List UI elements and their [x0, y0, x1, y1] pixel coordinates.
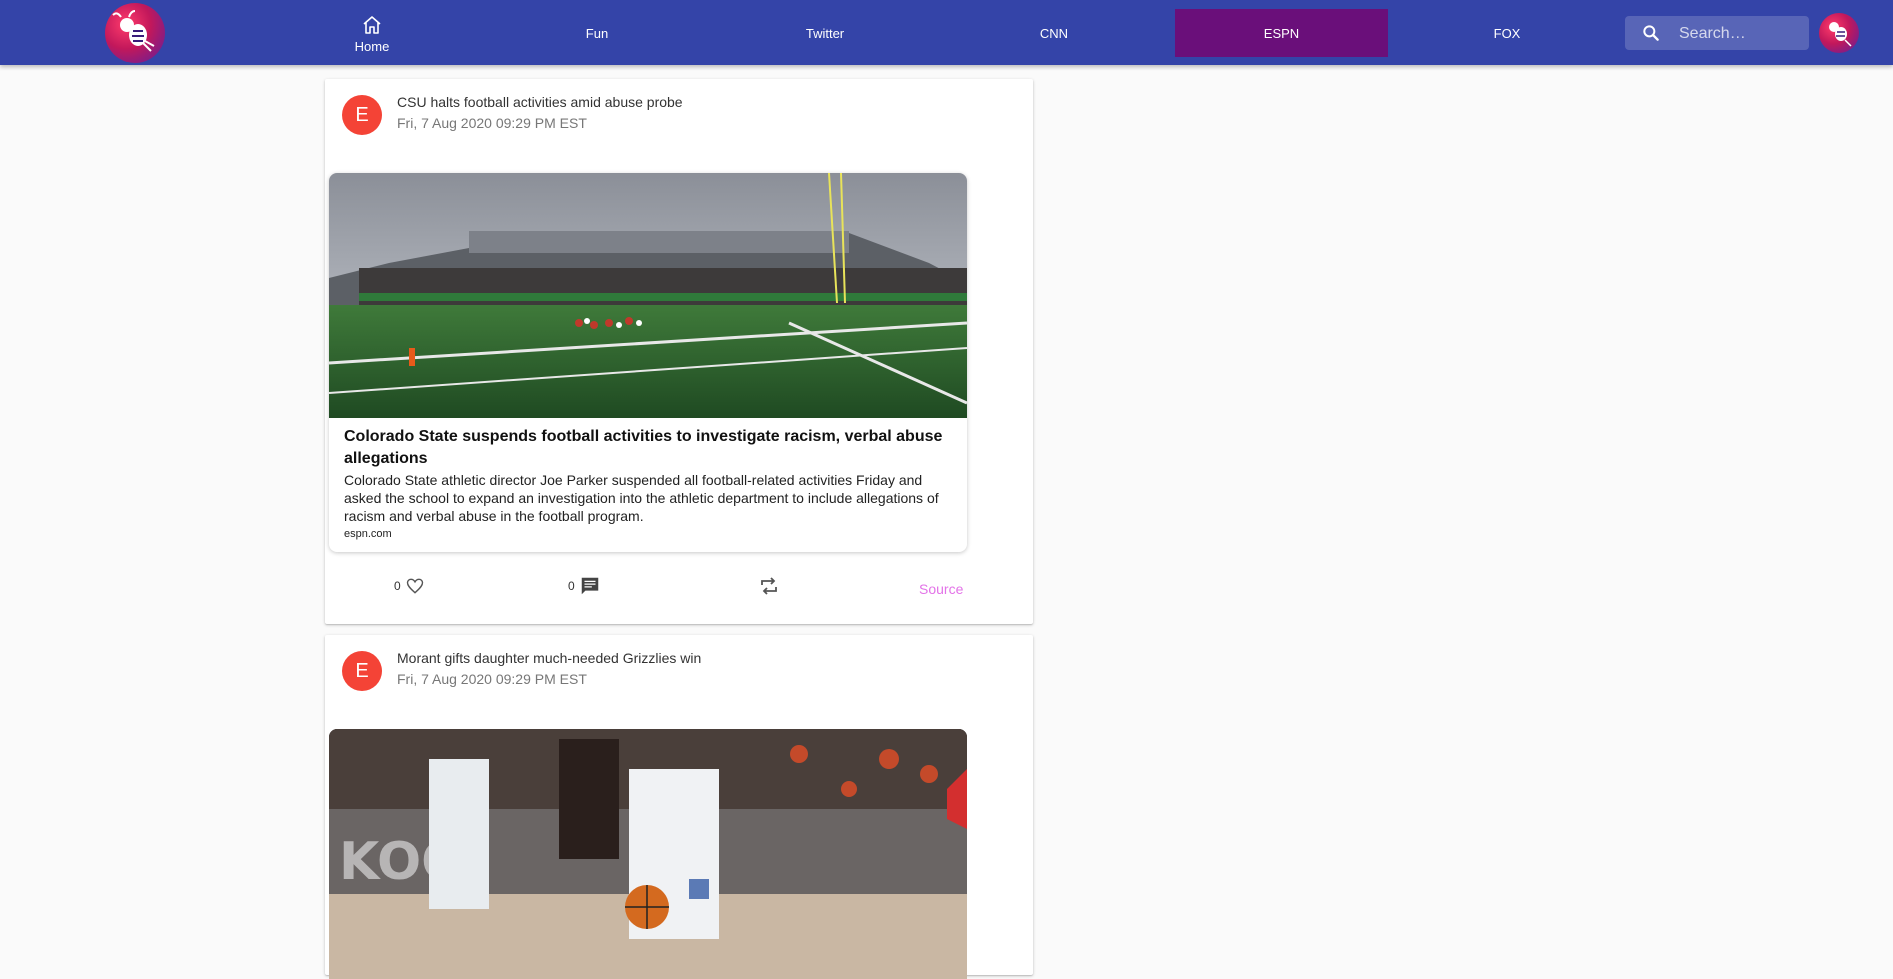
preview-description: Colorado State athletic director Joe Par…: [344, 472, 939, 524]
post-date: Fri, 7 Aug 2020 09:29 PM EST: [397, 671, 587, 687]
tab-espn[interactable]: ESPN: [1175, 9, 1388, 57]
tab-fun[interactable]: Fun: [537, 9, 657, 57]
home-icon: [363, 15, 381, 34]
comment-icon: [581, 577, 598, 595]
search-icon: [1643, 25, 1659, 41]
tab-home-label: Home: [354, 38, 390, 54]
tab-espn-label: ESPN: [1263, 25, 1300, 41]
post-date: Fri, 7 Aug 2020 09:29 PM EST: [397, 115, 587, 131]
comment-button[interactable]: 0: [568, 575, 601, 597]
app-logo[interactable]: [105, 3, 165, 63]
link-preview-card[interactable]: KOO: [329, 729, 967, 979]
search-input[interactable]: [1677, 16, 1809, 52]
source-link[interactable]: Source: [919, 581, 963, 597]
tab-twitter-label: Twitter: [805, 25, 845, 41]
top-nav-bar: Home Fun Twitter CNN ESPN FOX: [0, 0, 1893, 65]
preview-domain: espn.com: [344, 528, 392, 540]
user-avatar[interactable]: [1819, 13, 1859, 53]
post-avatar[interactable]: E: [342, 95, 382, 135]
post-avatar[interactable]: E: [342, 651, 382, 691]
tab-home[interactable]: Home: [332, 9, 412, 57]
post-card: E Morant gifts daughter much-needed Griz…: [325, 635, 1033, 979]
post-card: E CSU halts football activities amid abu…: [325, 79, 1033, 624]
football-stadium-image: [329, 173, 967, 418]
tab-twitter[interactable]: Twitter: [765, 9, 885, 57]
post-title: Morant gifts daughter much-needed Grizzl…: [397, 650, 702, 666]
post-title: CSU halts football activities amid abuse…: [397, 94, 683, 110]
basketball-game-image: KOO: [329, 729, 967, 979]
like-count: 0: [394, 579, 401, 593]
post-actions: 0 0 Source: [325, 571, 1033, 611]
tab-cnn-label: CNN: [1039, 25, 1069, 41]
search-box: [1625, 16, 1809, 52]
like-button[interactable]: 0: [394, 576, 425, 596]
repeat-icon: [761, 577, 777, 595]
bee-avatar-icon: [1829, 22, 1852, 47]
tab-fun-label: Fun: [585, 25, 609, 41]
link-preview-card[interactable]: Colorado State suspends football activit…: [329, 173, 967, 552]
tab-cnn[interactable]: CNN: [994, 9, 1114, 57]
tab-fox[interactable]: FOX: [1447, 9, 1567, 57]
heart-icon: [406, 578, 423, 594]
comment-count: 0: [568, 579, 575, 593]
tab-fox-label: FOX: [1493, 25, 1521, 41]
repost-button[interactable]: [757, 574, 781, 598]
preview-headline: Colorado State suspends football activit…: [344, 428, 943, 467]
bee-logo-icon: [112, 10, 155, 52]
